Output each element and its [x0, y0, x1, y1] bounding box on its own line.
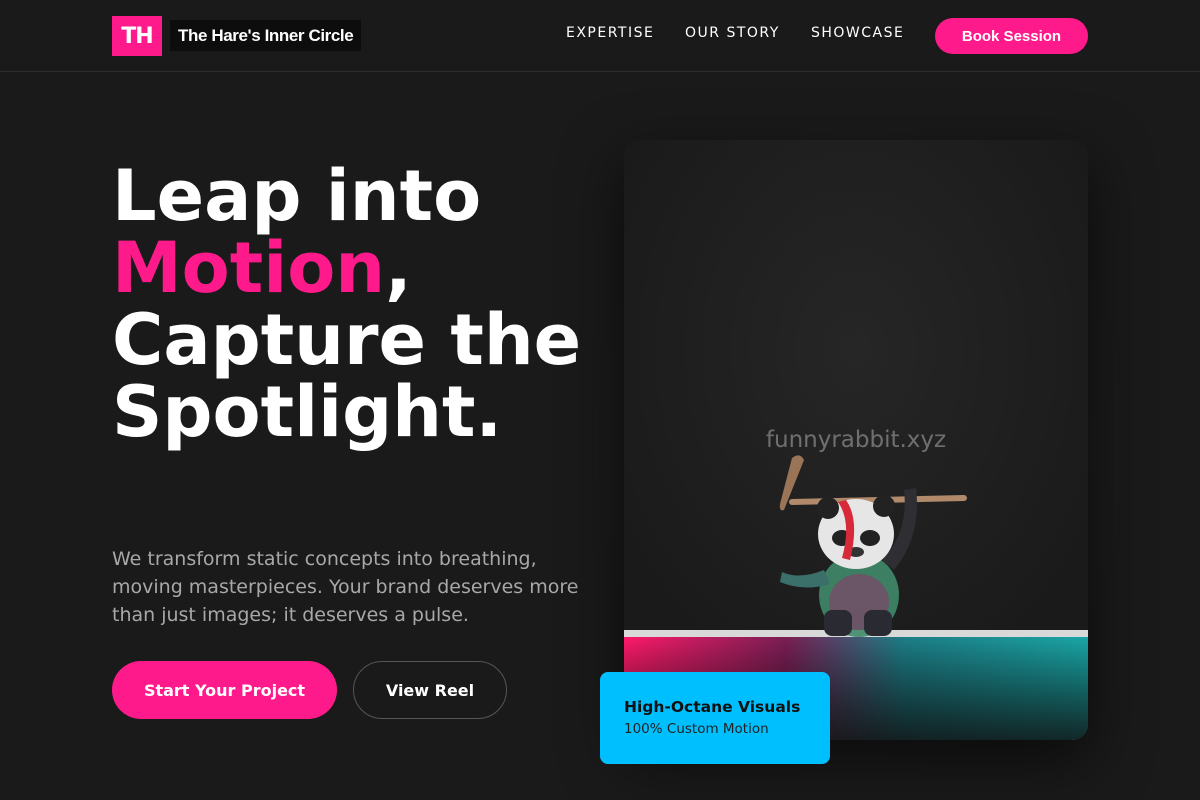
badge-subtitle: 100% Custom Motion	[624, 721, 769, 737]
nav-link-expertise[interactable]: EXPERTISE	[566, 25, 654, 41]
hero-subtext: We transform static concepts into breath…	[112, 548, 579, 626]
nav-link-our-story[interactable]: OUR STORY	[685, 25, 780, 41]
headline-part2: Capture the Spotlight.	[112, 299, 582, 453]
book-session-button[interactable]: Book Session	[935, 18, 1088, 54]
image-watermark: funnyrabbit.xyz	[765, 427, 947, 453]
nav-link-showcase[interactable]: SHOWCASE	[811, 25, 904, 41]
top-nav: TH The Hare's Inner Circle EXPERTISE OUR…	[0, 0, 1200, 72]
headline-part1: Leap into	[112, 155, 482, 237]
hero-image-card: funnyrabbit.xyz	[624, 140, 1088, 740]
start-project-button[interactable]: Start Your Project	[112, 661, 337, 719]
logo-name[interactable]: The Hare's Inner Circle	[170, 20, 362, 51]
logo-mark[interactable]: TH	[112, 16, 162, 56]
badge-title: High-Octane Visuals	[624, 698, 801, 716]
feature-badge: High-Octane Visuals 100% Custom Motion	[600, 672, 830, 764]
headline-comma: ,	[385, 227, 412, 309]
headline-accent: Motion	[112, 227, 386, 309]
view-reel-button[interactable]: View Reel	[353, 661, 507, 719]
hero-headline: Leap into Motion, Capture the Spotlight.	[112, 160, 592, 448]
